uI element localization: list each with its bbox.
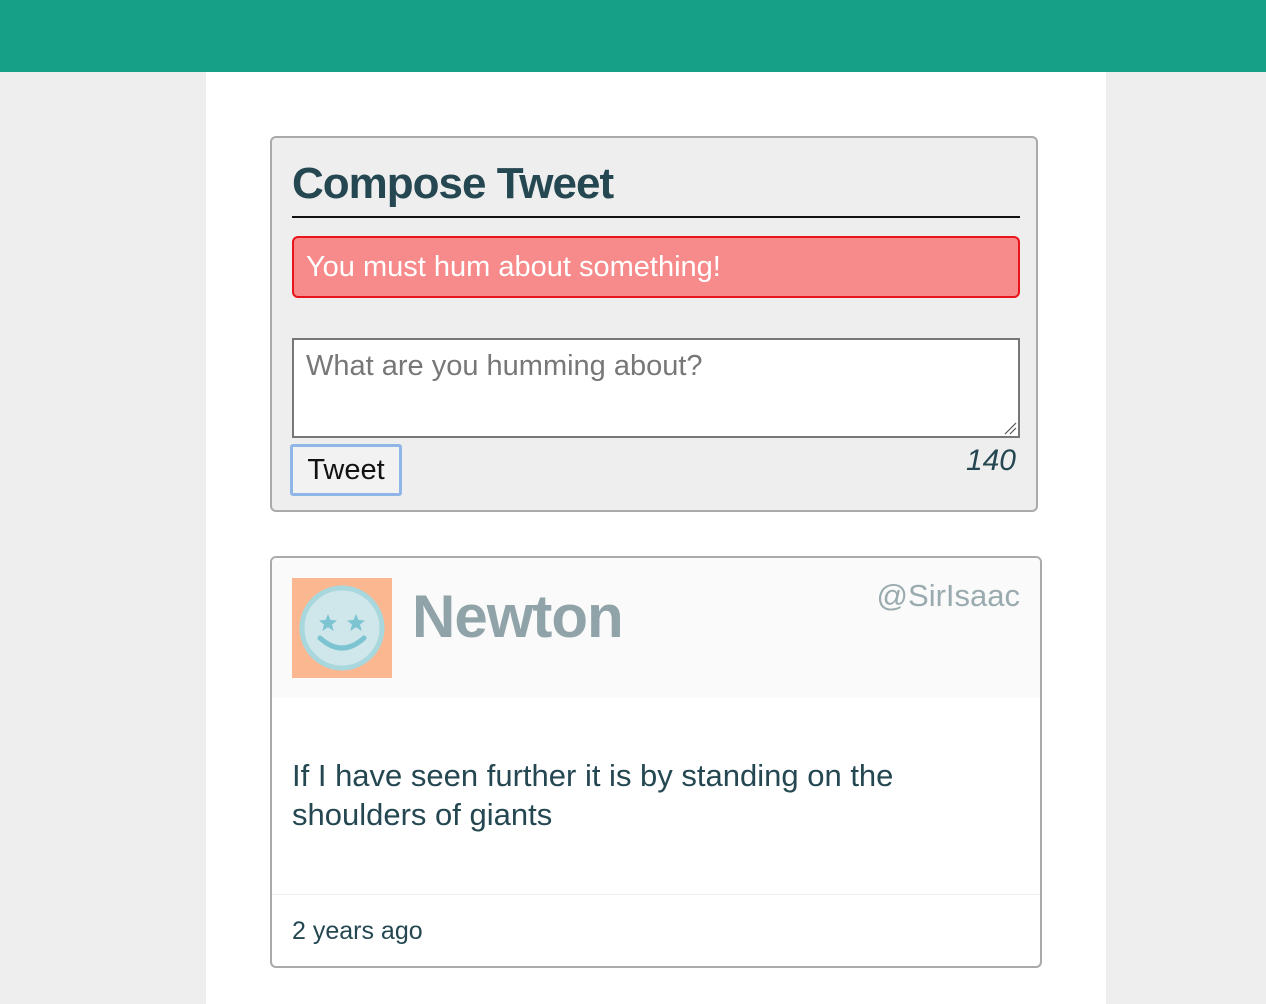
compose-tweet-form: Compose Tweet You must hum about somethi… [270, 136, 1038, 512]
tweet-header: Newton @SirIsaac [272, 558, 1040, 698]
resize-handle-icon[interactable] [1003, 421, 1017, 435]
error-message: You must hum about something! [292, 236, 1020, 298]
smiley-star-eyes-icon [299, 585, 385, 671]
tweet-textarea[interactable] [292, 338, 1020, 438]
character-counter: 140 [965, 444, 1016, 477]
tweet-author-name: Newton [412, 583, 624, 650]
tweet-card: Newton @SirIsaac If I have seen further … [270, 556, 1042, 968]
tweet-author-handle: @SirIsaac [876, 578, 1020, 613]
top-navbar [0, 0, 1266, 72]
tweet-submit-button[interactable]: Tweet [290, 444, 402, 496]
tweet-footer: 2 years ago [272, 894, 1040, 966]
avatar [292, 578, 392, 678]
tweet-timestamp: 2 years ago [292, 917, 423, 945]
compose-title: Compose Tweet [292, 156, 1020, 218]
tweet-content: If I have seen further it is by standing… [292, 758, 894, 832]
main-container: Compose Tweet You must hum about somethi… [206, 72, 1106, 1004]
